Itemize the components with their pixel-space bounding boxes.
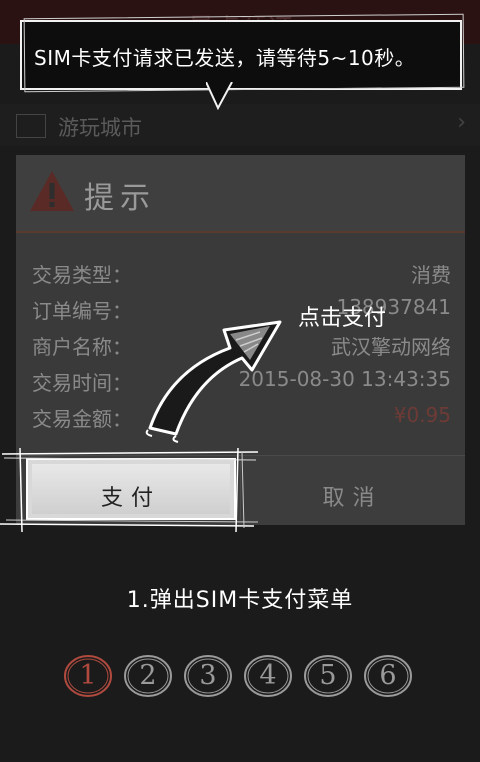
info-row-type: 交易类型： 消费 (16, 255, 465, 291)
speech-bubble-tail (206, 82, 233, 110)
step-number: 3 (199, 660, 217, 691)
info-label: 订单编号： (32, 299, 132, 323)
step-caption: 1.弹出SIM卡支付菜单 (126, 588, 354, 613)
step-number: 5 (319, 660, 337, 691)
background-row-label: 游玩城市 (58, 116, 142, 140)
info-label: 交易时间： (32, 371, 132, 395)
info-value: 武汉擎动网络 (331, 335, 451, 359)
step-3[interactable]: 3 (182, 652, 234, 700)
dialog-header: 提示 (16, 155, 465, 233)
step-number: 2 (139, 660, 157, 691)
building-icon (16, 114, 46, 138)
chevron-right-icon: › (457, 110, 466, 135)
step-4[interactable]: 4 (242, 652, 294, 700)
step-1[interactable]: 1 (62, 652, 114, 700)
step-number: 1 (79, 660, 97, 691)
info-value: 消费 (411, 263, 451, 287)
warning-icon (30, 171, 74, 211)
cancel-button[interactable]: 取消 (240, 458, 465, 522)
dialog-title: 提示 (84, 181, 156, 216)
info-label: 交易金额： (32, 407, 132, 431)
step-6[interactable]: 6 (362, 652, 414, 700)
step-indicator: 1 2 3 4 5 6 (62, 652, 422, 702)
cancel-button-label: 取消 (322, 486, 383, 511)
step-number: 6 (379, 660, 397, 691)
arrow-icon (145, 320, 282, 443)
pay-button-sketch-frame (0, 448, 259, 532)
arrow-caption: 点击支付 (298, 306, 387, 331)
amount-value: ¥0.95 (393, 403, 451, 427)
step-5[interactable]: 5 (302, 652, 354, 700)
step-2[interactable]: 2 (122, 652, 174, 700)
step-number: 4 (259, 660, 277, 691)
info-label: 交易类型： (32, 263, 132, 287)
bubble-message: SIM卡支付请求已发送，请等待5~10秒。 (34, 46, 416, 70)
info-label: 商户名称： (32, 335, 132, 359)
background-city-row: 游玩城市 › (0, 104, 480, 146)
